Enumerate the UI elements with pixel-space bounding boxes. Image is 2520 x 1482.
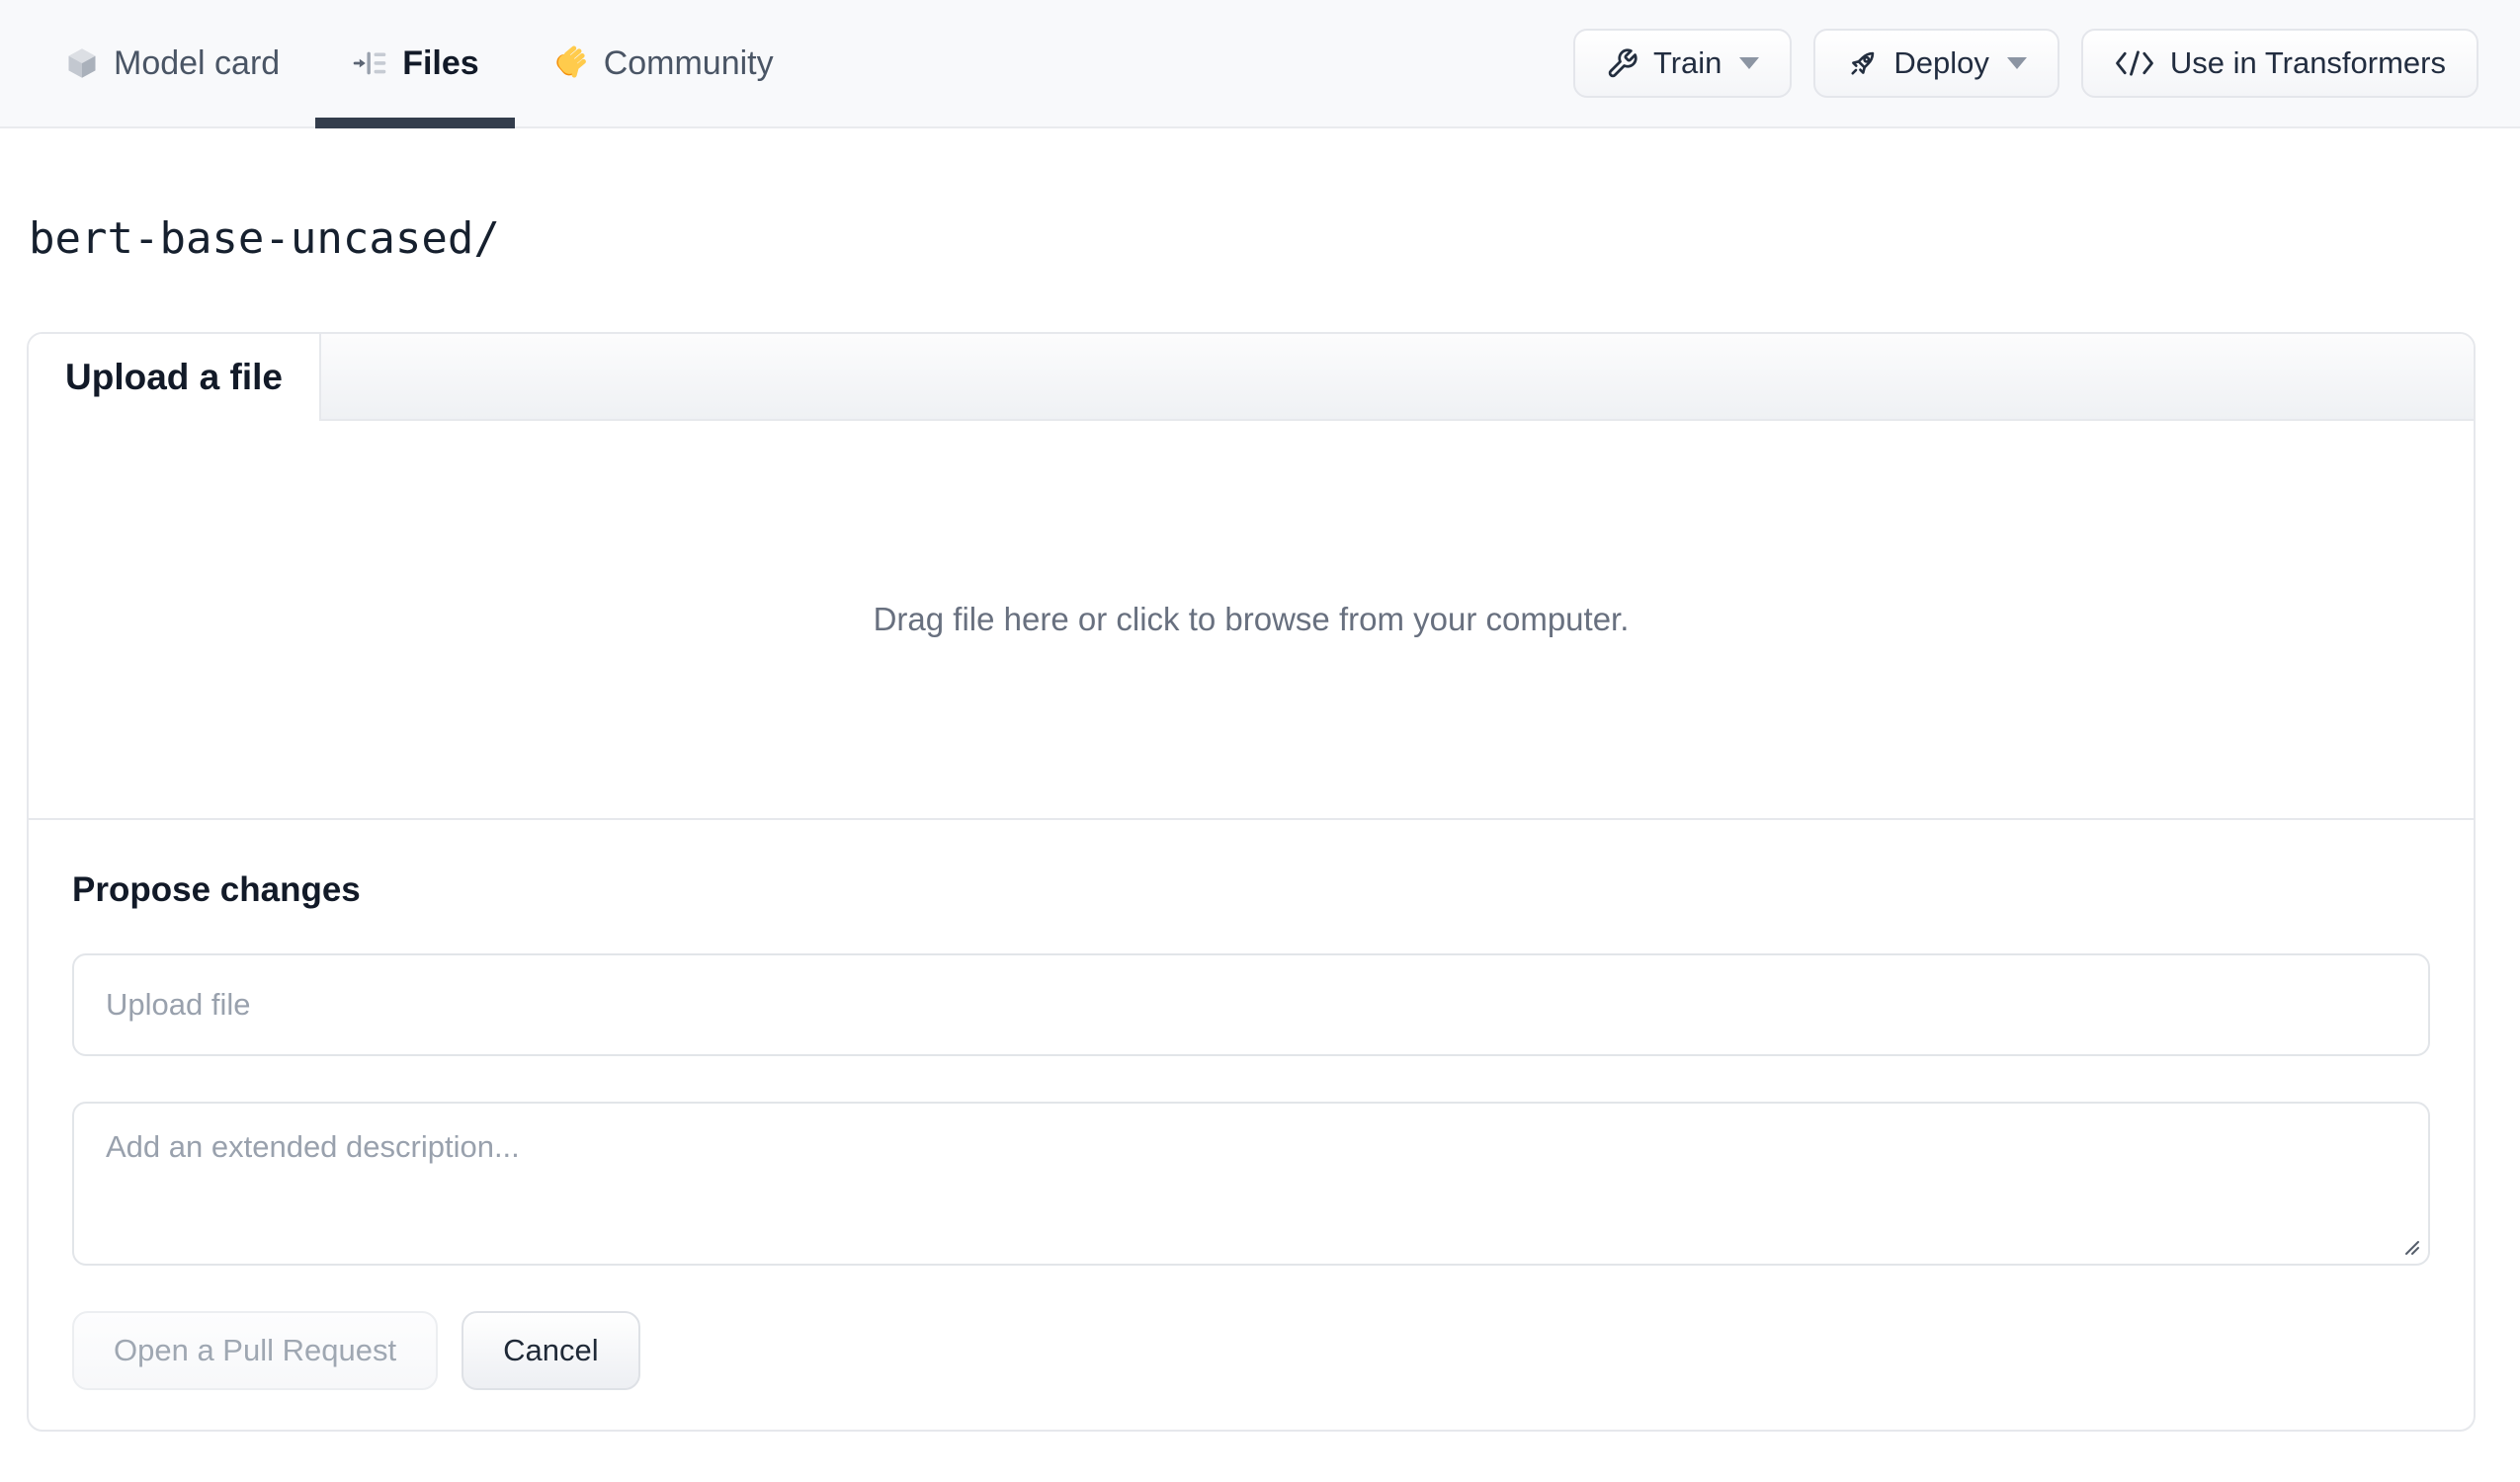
files-icon — [351, 46, 388, 80]
wrench-icon — [1606, 47, 1638, 80]
code-icon — [2114, 49, 2155, 77]
description-field-wrap — [72, 1101, 2430, 1266]
repo-tabs: Model card Files Community — [29, 0, 809, 128]
use-in-transformers-button[interactable]: Use in Transformers — [2080, 29, 2478, 98]
extended-description-textarea[interactable] — [72, 1101, 2430, 1266]
tab-files-label: Files — [402, 43, 479, 82]
propose-actions-row: Open a Pull Request Cancel — [72, 1310, 2430, 1390]
train-button-label: Train — [1652, 45, 1722, 80]
deploy-button-label: Deploy — [1893, 45, 1989, 80]
rocket-icon — [1846, 47, 1879, 80]
tab-model-card[interactable]: Model card — [29, 0, 315, 126]
propose-changes-section: Propose changes Open a Pull Request Canc… — [29, 820, 2474, 1430]
upload-panel: Upload a file Drag file here or click to… — [27, 332, 2476, 1432]
propose-changes-heading: Propose changes — [72, 870, 361, 910]
deploy-button[interactable]: Deploy — [1813, 29, 2059, 98]
tab-community-label: Community — [603, 43, 774, 82]
textarea-resize-handle[interactable] — [2397, 1233, 2421, 1257]
waving-hand-icon — [550, 43, 590, 83]
main-content: bert-base-uncased/ Upload a file Drag fi… — [0, 214, 2520, 1432]
tab-model-card-label: Model card — [114, 43, 281, 82]
dropzone-hint-text: Drag file here or click to browse from y… — [873, 601, 1630, 638]
upload-filename-input[interactable] — [72, 952, 2430, 1056]
open-pull-request-button[interactable]: Open a Pull Request — [72, 1310, 439, 1390]
repo-actions: Train Deploy Use in Transformers — [1572, 0, 2478, 126]
upload-panel-tabstrip: Upload a file — [29, 334, 2474, 422]
tab-community[interactable]: Community — [515, 0, 809, 126]
use-in-transformers-label: Use in Transformers — [2169, 45, 2446, 80]
chevron-down-icon — [1739, 57, 1760, 69]
tab-files[interactable]: Files — [315, 0, 516, 128]
cancel-button[interactable]: Cancel — [462, 1310, 640, 1390]
chevron-down-icon — [2006, 57, 2027, 69]
cube-icon — [64, 45, 100, 81]
file-dropzone[interactable]: Drag file here or click to browse from y… — [29, 421, 2474, 821]
train-button[interactable]: Train — [1572, 29, 1793, 98]
breadcrumb[interactable]: bert-base-uncased/ — [29, 214, 2476, 263]
repo-header: Model card Files Community Train Deploy … — [0, 0, 2520, 128]
tab-upload-a-file[interactable]: Upload a file — [29, 334, 321, 422]
